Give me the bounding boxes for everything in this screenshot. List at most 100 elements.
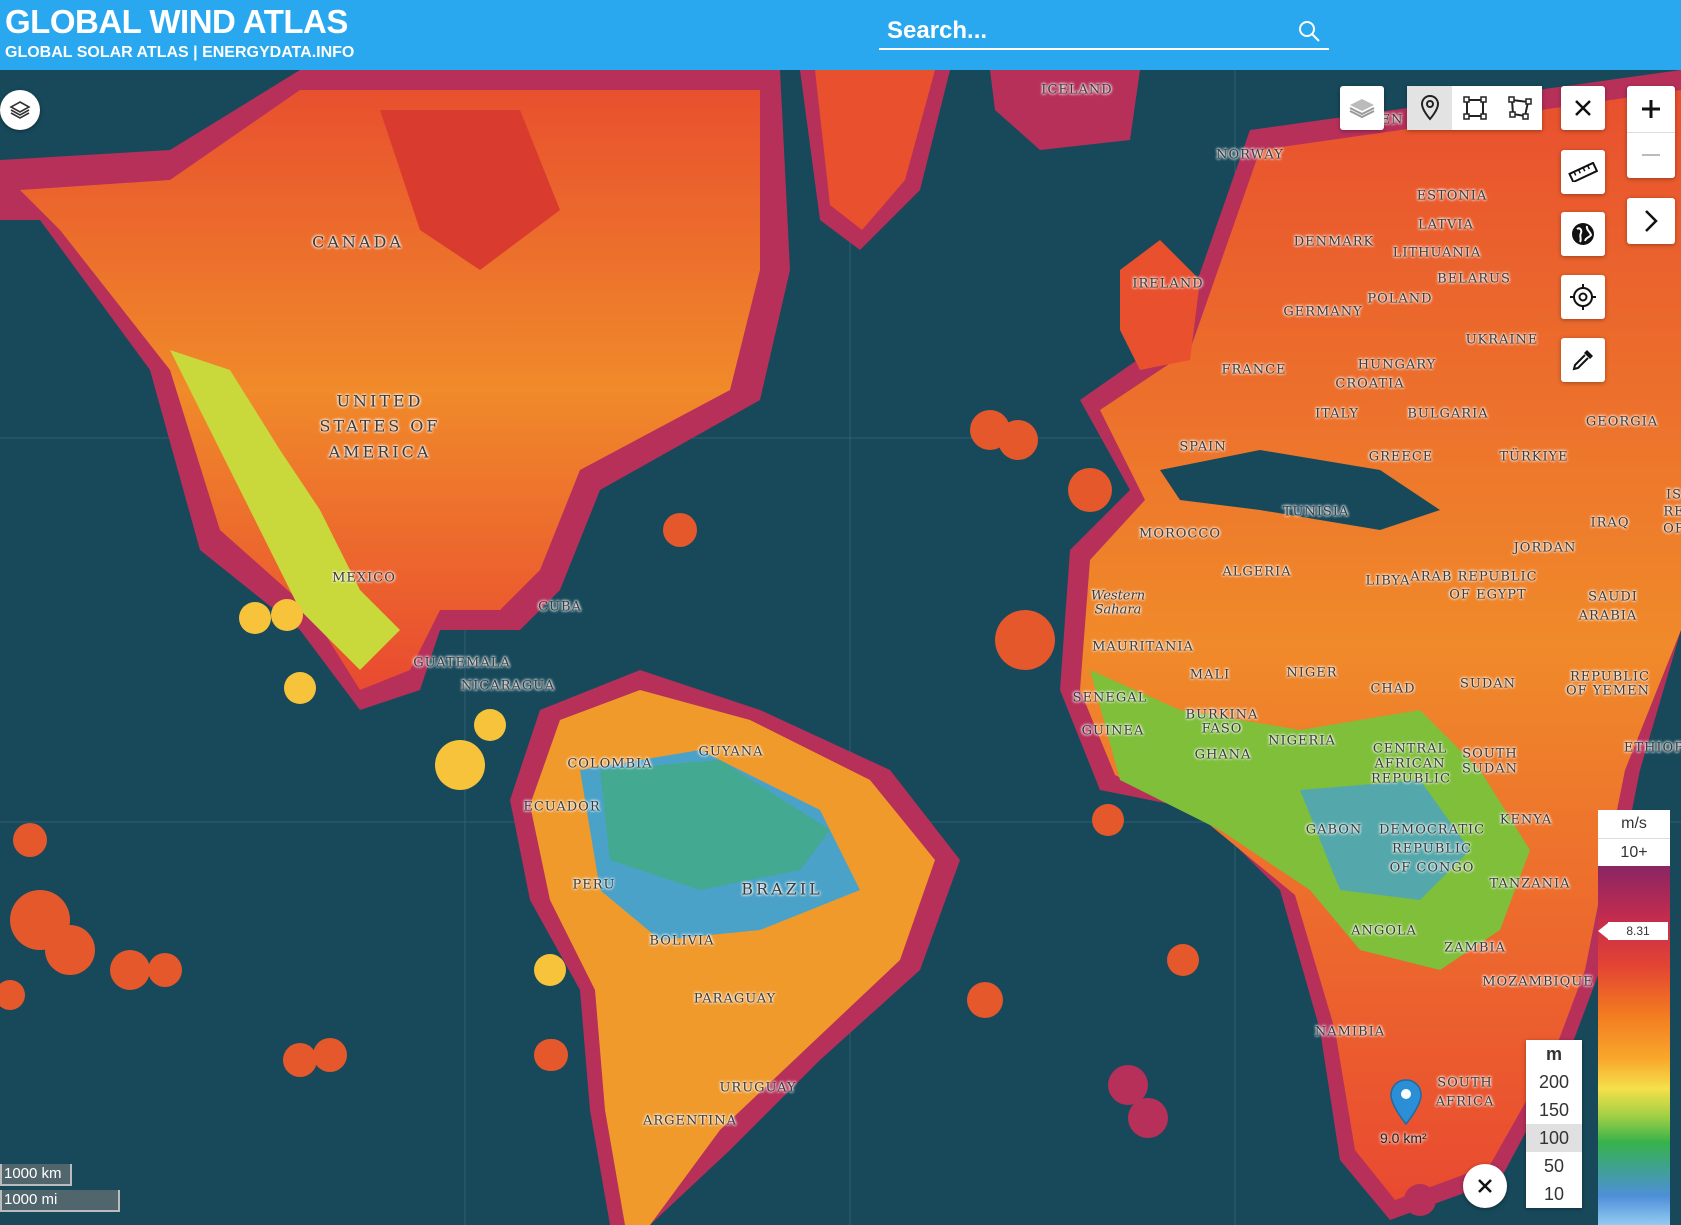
country-label: TÜRKIYE	[1499, 449, 1569, 465]
country-label: MOZAMBIQUE	[1482, 974, 1594, 990]
rectangle-draw-icon	[1462, 96, 1487, 120]
map-pin-icon	[1390, 1079, 1422, 1126]
polygon-tool-button[interactable]	[1497, 86, 1542, 130]
country-label: IRAQ	[1590, 515, 1630, 531]
close-tool-button[interactable]	[1561, 86, 1605, 130]
country-label: ECUADOR	[523, 799, 601, 815]
crosshair-icon	[1570, 284, 1596, 310]
country-label: NIGER	[1286, 665, 1338, 681]
country-label: GHANA	[1194, 747, 1252, 763]
country-label: LITHUANIA	[1392, 245, 1482, 261]
layers-icon	[9, 101, 31, 119]
country-label: GERMANY	[1283, 304, 1363, 320]
map-pin-icon	[1420, 95, 1439, 121]
wind-speed-legend: m/s 10+ 8.31 0	[1598, 810, 1670, 1225]
country-label: JORDAN	[1513, 540, 1577, 556]
height-option-10[interactable]: 10	[1526, 1180, 1582, 1208]
value-picker-button[interactable]	[1561, 338, 1605, 382]
search-icon[interactable]	[1297, 19, 1321, 43]
clear-selection-button[interactable]	[1463, 1164, 1507, 1208]
country-label: ESTONIA	[1416, 188, 1488, 204]
close-icon	[1575, 100, 1591, 116]
locate-button[interactable]	[1561, 275, 1605, 319]
country-label: ZAMBIA	[1444, 940, 1506, 956]
country-label: STATES OF	[319, 416, 441, 436]
country-label: ANGOLA	[1351, 923, 1417, 939]
search-input[interactable]: Search...	[879, 12, 1329, 50]
rectangle-tool-button[interactable]	[1452, 86, 1497, 130]
point-tool-button[interactable]	[1407, 86, 1452, 130]
app-subtitle-links[interactable]: GLOBAL SOLAR ATLAS | ENERGYDATA.INFO	[5, 44, 354, 62]
selection-area-label: 9.0 km²	[1380, 1130, 1427, 1146]
layers-button[interactable]	[0, 90, 40, 130]
country-label: REPUBLIC	[1569, 669, 1651, 685]
country-label: MEXICO	[332, 570, 396, 586]
wind-speed-map[interactable]: ICELAND NORWAY ESTONIA LATVIA LITHUANIA DENMA…	[0, 70, 1681, 1225]
country-label: GABON	[1305, 822, 1363, 838]
app-header: GLOBAL WIND ATLAS GLOBAL SOLAR ATLAS | E…	[0, 0, 1681, 70]
country-label: NIGERIA	[1268, 733, 1336, 749]
country-label: TANZANIA	[1489, 876, 1571, 892]
country-label: NICARAGUA	[460, 678, 556, 694]
country-label: GUINEA	[1081, 723, 1145, 739]
country-label: OF	[1663, 521, 1681, 537]
basemap-icon	[1349, 99, 1375, 119]
country-label: BELARUS	[1437, 271, 1511, 287]
country-label: BURKINA	[1185, 707, 1259, 723]
zoom-out-button[interactable]	[1627, 133, 1675, 179]
country-label: OF YEMEN	[1565, 683, 1651, 699]
country-label: ICELAND	[1041, 82, 1113, 98]
country-label: LATVIA	[1418, 217, 1474, 233]
country-label: BOLIVIA	[649, 933, 715, 949]
country-label: MAURITANIA	[1092, 639, 1194, 655]
country-label: CUBA	[538, 599, 582, 615]
app-title[interactable]: GLOBAL WIND ATLAS	[5, 3, 348, 41]
eyedropper-icon	[1572, 350, 1593, 371]
height-option-150[interactable]: 150	[1526, 1096, 1582, 1124]
country-label: BULGARIA	[1407, 406, 1489, 422]
measure-button[interactable]	[1561, 150, 1605, 194]
country-label: Western	[1090, 588, 1146, 604]
legend-max: 10+	[1598, 838, 1670, 867]
country-label: MOROCCO	[1139, 526, 1221, 542]
expand-panel-button[interactable]	[1627, 198, 1675, 244]
country-label: AFRICA	[1435, 1094, 1495, 1110]
country-label: FRANCE	[1221, 362, 1287, 378]
country-label: GUATEMALA	[413, 655, 511, 671]
country-label: OF CONGO	[1389, 860, 1475, 876]
country-label: TUNISIA	[1282, 504, 1350, 520]
scale-bar-km: 1000 km	[0, 1164, 72, 1186]
map-canvas[interactable]	[0, 70, 1681, 1225]
selected-location-marker[interactable]	[1388, 1078, 1424, 1131]
draw-tools	[1407, 86, 1542, 130]
minus-icon	[1642, 154, 1660, 157]
zoom-in-button[interactable]	[1627, 86, 1675, 133]
country-label: PARAGUAY	[693, 991, 777, 1007]
height-selector: m 200 150 100 50 10	[1526, 1040, 1582, 1208]
country-label: CROATIA	[1335, 376, 1405, 392]
country-label: DENMARK	[1293, 234, 1375, 250]
country-label: SENEGAL	[1072, 690, 1148, 706]
chevron-right-icon	[1645, 210, 1658, 232]
country-label: COLOMBIA	[567, 756, 653, 772]
height-option-50[interactable]: 50	[1526, 1152, 1582, 1180]
basemap-button[interactable]	[1340, 86, 1384, 130]
zoom-control	[1627, 86, 1675, 178]
globe-button[interactable]	[1561, 212, 1605, 256]
country-label: ARABIA	[1578, 608, 1638, 624]
country-label: REPUBLIC	[1370, 771, 1452, 787]
legend-color-bar: 8.31	[1598, 866, 1670, 1225]
country-label: AMERICA	[328, 442, 432, 462]
country-label: ARGENTINA	[643, 1113, 737, 1129]
country-label: UNITED	[336, 391, 424, 411]
country-label: Sahara	[1094, 602, 1142, 618]
country-label: DEMOCRATIC	[1378, 822, 1486, 838]
country-label: GUYANA	[698, 744, 764, 760]
country-label: GEORGIA	[1585, 414, 1659, 430]
height-option-200[interactable]: 200	[1526, 1068, 1582, 1096]
country-label: IS	[1665, 487, 1681, 503]
height-unit: m	[1545, 1044, 1562, 1064]
country-label: BRAZIL	[741, 879, 823, 899]
country-label: ITALY	[1315, 406, 1359, 422]
height-option-100[interactable]: 100	[1526, 1124, 1582, 1152]
